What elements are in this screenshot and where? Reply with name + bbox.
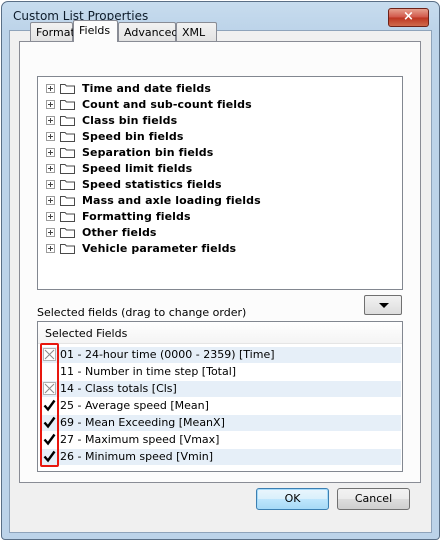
expand-plus-icon[interactable] <box>46 227 55 237</box>
list-item[interactable]: 25 - Average speed [Mean] <box>42 398 401 414</box>
tab-xml-label: XML <box>182 26 206 39</box>
list-column-header[interactable]: Selected Fields <box>38 322 402 344</box>
tab-advanced[interactable]: Advanced <box>118 22 179 41</box>
folder-icon <box>60 99 75 110</box>
expand-plus-icon[interactable] <box>46 83 55 93</box>
options-dropdown-button[interactable] <box>364 295 402 315</box>
expand-plus-icon[interactable] <box>46 243 55 253</box>
list-item-label: 25 - Average speed [Mean] <box>60 399 209 412</box>
list-item-label: 01 - 24-hour time (0000 - 2359) [Time] <box>60 348 275 361</box>
list-item-label: 11 - Number in time step [Total] <box>60 365 237 378</box>
tree-item-label: Formatting fields <box>82 209 191 223</box>
field-checkbox[interactable] <box>43 399 56 412</box>
field-category-tree[interactable]: Time and date fields Count and sub-count … <box>37 76 403 290</box>
folder-icon <box>60 179 75 190</box>
tree-item-label: Class bin fields <box>82 113 178 127</box>
expand-plus-icon[interactable] <box>46 195 55 205</box>
tree-item-label: Vehicle parameter fields <box>82 241 237 255</box>
tree-item[interactable]: Mass and axle loading fields <box>46 192 261 208</box>
chevron-down-icon <box>379 303 389 308</box>
tree-item-label: Speed limit fields <box>82 161 193 175</box>
ok-button[interactable]: OK <box>256 488 329 510</box>
selected-fields-list[interactable]: Selected Fields 01 - 24-hour time (0000 … <box>37 321 403 472</box>
tree-item-label: Separation bin fields <box>82 145 214 159</box>
tab-format[interactable]: Format <box>30 22 75 41</box>
folder-icon <box>60 163 75 174</box>
field-checkbox[interactable] <box>43 382 56 395</box>
tree-item[interactable]: Other fields <box>46 224 157 240</box>
expand-plus-icon[interactable] <box>46 147 55 157</box>
tree-item-label: Speed statistics fields <box>82 177 222 191</box>
field-checkbox[interactable] <box>43 416 56 429</box>
list-item[interactable]: 01 - 24-hour time (0000 - 2359) [Time] <box>42 347 401 363</box>
tree-item-label: Count and sub-count fields <box>82 97 252 111</box>
list-item[interactable]: 69 - Mean Exceeding [MeanX] <box>42 415 401 431</box>
tree-item[interactable]: Time and date fields <box>46 80 211 96</box>
tree-item[interactable]: Count and sub-count fields <box>46 96 252 112</box>
tree-item[interactable]: Speed statistics fields <box>46 176 222 192</box>
list-item[interactable]: 11 - Number in time step [Total] <box>42 364 401 380</box>
field-checkbox[interactable] <box>43 365 56 378</box>
tree-item[interactable]: Speed limit fields <box>46 160 192 176</box>
folder-icon <box>60 115 75 126</box>
tab-xml[interactable]: XML <box>176 22 217 41</box>
folder-icon <box>60 243 75 254</box>
tab-fields[interactable]: Fields <box>73 20 118 42</box>
expand-plus-icon[interactable] <box>46 163 55 173</box>
column-header-label: Selected Fields <box>45 327 128 340</box>
tab-format-label: Format <box>36 26 75 39</box>
tree-item[interactable]: Vehicle parameter fields <box>46 240 236 256</box>
list-item-label: 26 - Minimum speed [Vmin] <box>60 450 214 463</box>
tree-item-label: Time and date fields <box>82 81 212 95</box>
folder-icon <box>60 211 75 222</box>
folder-icon <box>60 147 75 158</box>
expand-plus-icon[interactable] <box>46 131 55 141</box>
folder-icon <box>60 195 75 206</box>
tree-item-label: Speed bin fields <box>82 129 184 143</box>
tab-advanced-label: Advanced <box>124 26 179 39</box>
expand-plus-icon[interactable] <box>46 179 55 189</box>
expand-plus-icon[interactable] <box>46 115 55 125</box>
expand-plus-icon[interactable] <box>46 99 55 109</box>
list-item[interactable]: 14 - Class totals [Cls] <box>42 381 401 397</box>
folder-icon <box>60 131 75 142</box>
cancel-button[interactable]: Cancel <box>337 488 410 510</box>
tree-item[interactable]: Formatting fields <box>46 208 191 224</box>
close-button[interactable]: × <box>388 8 429 27</box>
folder-icon <box>60 83 75 94</box>
tree-item-label: Mass and axle loading fields <box>82 193 261 207</box>
list-item-label: 27 - Maximum speed [Vmax] <box>60 433 220 446</box>
list-item-label: 69 - Mean Exceeding [MeanX] <box>60 416 225 429</box>
list-item[interactable]: 26 - Minimum speed [Vmin] <box>42 449 401 465</box>
list-item[interactable]: 27 - Maximum speed [Vmax] <box>42 432 401 448</box>
tree-item[interactable]: Speed bin fields <box>46 128 184 144</box>
tab-fields-label: Fields <box>79 24 111 37</box>
field-checkbox[interactable] <box>43 348 56 361</box>
field-checkbox[interactable] <box>43 450 56 463</box>
folder-icon <box>60 227 75 238</box>
tree-item[interactable]: Class bin fields <box>46 112 177 128</box>
field-checkbox[interactable] <box>43 433 56 446</box>
list-item-label: 14 - Class totals [Cls] <box>60 382 177 395</box>
selected-fields-caption: Selected fields (drag to change order) <box>37 306 247 319</box>
expand-plus-icon[interactable] <box>46 211 55 221</box>
tree-item[interactable]: Separation bin fields <box>46 144 213 160</box>
tree-item-label: Other fields <box>82 225 157 239</box>
